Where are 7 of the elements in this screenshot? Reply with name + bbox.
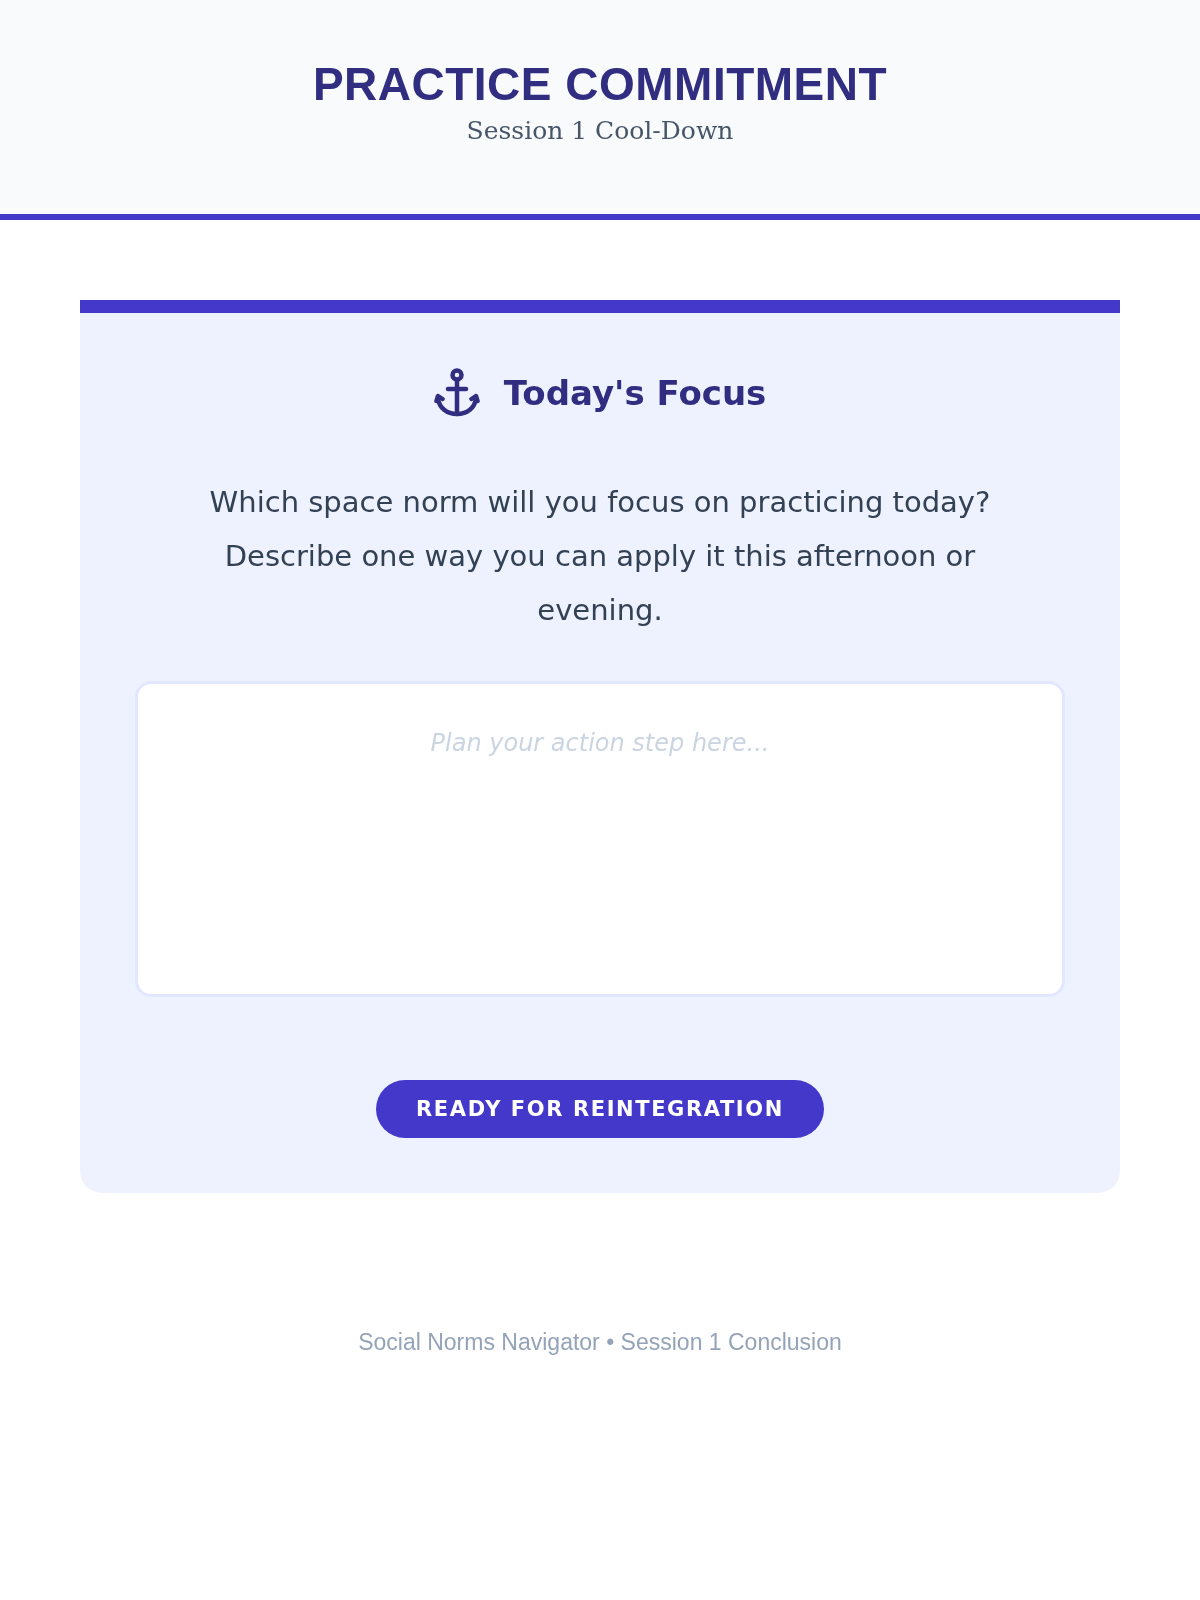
- page-subtitle: Session 1 Cool-Down: [466, 115, 734, 147]
- card-heading: Today's Focus: [503, 372, 767, 415]
- footer-text: Social Norms Navigator • Session 1 Conclusion: [358, 1328, 842, 1357]
- page-title: PRACTICE COMMITMENT: [312, 57, 888, 112]
- prompt-text: Which space norm will you focus on practicing today? Describe one way you can apply it this afternoon or evening.: [208, 484, 992, 629]
- ready-button[interactable]: READY FOR REINTEGRATION: [376, 1080, 824, 1138]
- anchor-icon: [433, 368, 480, 418]
